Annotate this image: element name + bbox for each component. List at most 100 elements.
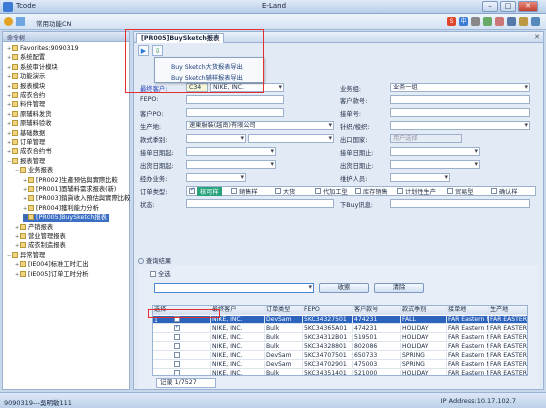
tree-item[interactable]: + [PR002]生產预估與實際比較 (23, 176, 118, 185)
buy-input[interactable] (390, 199, 530, 208)
column-header[interactable]: 订单类型 (265, 306, 303, 314)
ordertype-option[interactable]: 贸易型 (447, 186, 474, 196)
tree-item[interactable]: + [PR001]面辅料需求报表(新) (23, 186, 116, 194)
table-row[interactable]: NIKE, INC. DevSam 5KC34702901 475003 SPRING F… (153, 361, 527, 369)
tree-item[interactable]: + 订单管理 (7, 139, 45, 147)
tree-item[interactable]: + 料件管理 (7, 101, 45, 109)
ordertype-checkbox[interactable] (315, 188, 321, 194)
row-checkbox[interactable] (174, 361, 180, 367)
tree-item[interactable]: + 成衣制造报表 (15, 242, 66, 250)
tree-item[interactable]: + [PR005]BuySketch报表 (23, 214, 109, 223)
row-checkbox[interactable] (174, 334, 180, 340)
row-checkbox[interactable] (174, 343, 180, 349)
maximize-button[interactable]: □ (500, 1, 516, 12)
table-row[interactable]: NIKE, INC.Bulk5KC34365A01474231HOLIDAYFA… (153, 325, 527, 333)
tree-item[interactable]: + 营业管理报表 (15, 233, 66, 241)
tree-item[interactable]: + 原辅料发货 (7, 110, 51, 119)
ordertype-option[interactable]: 确认样 (491, 186, 518, 196)
row-checkbox[interactable] (174, 370, 180, 375)
tree-item[interactable]: + 产销报表 (15, 223, 53, 232)
ordertype-checkbox[interactable] (397, 188, 403, 194)
tree-item[interactable]: + [PR003]銷貨收入預估與實際比較 (23, 195, 130, 203)
select-all[interactable]: 全选 (150, 269, 171, 278)
ime-lang-icon[interactable]: 中 (459, 17, 468, 26)
tree-item[interactable]: + Favorites:9090319 (7, 45, 79, 53)
tree-item[interactable]: + 基础数据 (7, 129, 45, 138)
ime-s-icon[interactable]: S (447, 17, 456, 26)
menu-item-sample-export[interactable]: Buy Sketch辅样报表导出 (171, 73, 243, 82)
order-no-input[interactable] (390, 108, 530, 117)
export-country-input[interactable]: 用户选择 (390, 134, 462, 143)
refresh-icon[interactable] (16, 17, 25, 26)
column-header[interactable]: 客户款号 (353, 306, 401, 314)
tab-pr005[interactable]: [PR005]BuySketch报表 (136, 33, 225, 43)
season-select-2[interactable] (248, 134, 334, 143)
export-icon[interactable]: ⇩ (152, 45, 163, 56)
ordertype-option[interactable]: 计划性生产 (397, 186, 436, 196)
tree-item[interactable]: + 成衣合约 (7, 92, 45, 100)
table-row[interactable]: NIKE, INC. Bulk 5KC34328801 802086 HOLIDAY FA… (153, 343, 527, 351)
fepo-input[interactable] (186, 95, 284, 104)
ordertype-checkbox[interactable] (231, 188, 237, 194)
tab-close-icon[interactable]: ✕ (534, 33, 540, 41)
customer-po-input[interactable] (186, 108, 284, 117)
skin-icon[interactable] (519, 17, 528, 26)
select-all-checkbox[interactable] (150, 270, 156, 277)
row-checkbox[interactable] (174, 325, 180, 331)
maintainer-select[interactable] (390, 173, 450, 182)
tree-item[interactable]: + 报表模块 (7, 82, 45, 91)
collapse-icon[interactable] (138, 258, 144, 264)
keyboard-icon[interactable] (495, 17, 504, 26)
ordertype-option[interactable]: 核可样 (189, 186, 222, 196)
tree-item[interactable]: − 报表管理 (7, 157, 45, 166)
sales-select[interactable] (186, 173, 246, 182)
table-row[interactable]: NIKE, INC. DevSam 5KC34707501 650733 SPRING F… (153, 352, 527, 360)
menu-item-bulk-export[interactable]: Buy Sketch大货报表导出 (171, 62, 243, 71)
ordertype-option[interactable]: 銷售样 (231, 186, 258, 196)
column-header[interactable]: 接单地 (447, 306, 489, 314)
table-row[interactable]: NIKE, INC. Bulk 5KC34351401 521000 HOLIDAY FA… (153, 370, 527, 375)
tree-item[interactable]: + [PR004]獲利能力分析 (23, 204, 99, 213)
grid-icon[interactable] (531, 17, 540, 26)
tree-item[interactable]: + 功能演示 (7, 73, 45, 81)
tree-item[interactable]: + [IE005]订单工时分析 (15, 270, 89, 279)
ordertype-checkbox[interactable] (275, 188, 281, 194)
clear-button[interactable]: 清除 (374, 283, 424, 293)
close-button[interactable]: ✕ (518, 1, 538, 12)
ordertype-checkbox[interactable] (355, 188, 361, 194)
final-customer-code[interactable]: C34 (186, 83, 208, 92)
tree-item[interactable]: + 原辅料验收 (7, 120, 51, 128)
customer-no-input[interactable] (390, 95, 530, 104)
ordertype-checkbox[interactable] (447, 188, 453, 194)
row-checkbox[interactable] (174, 352, 180, 358)
production-select[interactable]: 速東服裝(越南)有限公司 (186, 121, 334, 130)
ordertype-checkbox[interactable] (189, 186, 195, 194)
status-input[interactable] (186, 199, 334, 208)
column-header[interactable]: FEPO (303, 306, 353, 314)
punct-icon[interactable] (483, 17, 492, 26)
query-icon[interactable]: ▶ (138, 45, 149, 56)
order-date-from-input[interactable] (186, 147, 276, 156)
user-icon[interactable] (507, 17, 516, 26)
search-combo[interactable] (154, 283, 314, 293)
order-date-to-input[interactable] (390, 147, 480, 156)
final-customer-select[interactable]: NIKE, INC. (210, 83, 284, 92)
tree-item[interactable]: + 系统配置 (7, 54, 45, 62)
column-header[interactable]: 款式季别 (401, 306, 447, 314)
dept-select[interactable]: 业务一组 (390, 83, 530, 92)
ordertype-checkbox[interactable] (491, 188, 497, 194)
tree-item[interactable]: + 系统审计模块 (7, 63, 58, 72)
tree-item[interactable]: − 业务报表 (15, 167, 53, 175)
ship-date-to-input[interactable] (390, 160, 480, 169)
moon-icon[interactable] (471, 17, 480, 26)
ordertype-option[interactable]: 大货 (275, 186, 295, 196)
ordertype-option[interactable]: 代加工型 (315, 186, 348, 196)
ship-date-from-input[interactable] (186, 160, 276, 169)
table-row[interactable]: NIKE, INC. Bulk 5KC34312B01 519501 HOLIDAY FA… (153, 334, 527, 342)
column-header[interactable]: 生产地 (489, 306, 527, 314)
tree-item[interactable]: − 异常管理 (7, 251, 45, 260)
search-button[interactable]: 收索 (319, 283, 369, 293)
home-icon[interactable] (4, 17, 13, 26)
tree-item[interactable]: + [IE004]标准工时汇出 (15, 261, 89, 269)
function-menu[interactable]: 常用功能CN (36, 18, 71, 28)
